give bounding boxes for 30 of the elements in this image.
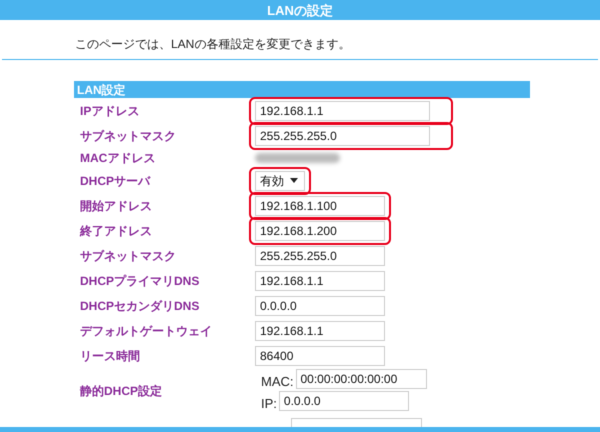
field-label: サブネットマスク	[79, 248, 177, 262]
field-label: DHCPプライマリDNS	[79, 274, 200, 288]
field-label: 開始アドレス	[79, 198, 153, 212]
field-label: 静的DHCP設定	[78, 384, 164, 398]
field-label: MAC:	[261, 374, 294, 389]
input-field[interactable]: 192.168.1.200	[255, 220, 385, 240]
input-field[interactable]: 192.168.1.1	[255, 320, 385, 340]
field-label: DHCPサーバ	[79, 174, 152, 188]
input-field[interactable]: 192.168.1.1	[255, 270, 385, 290]
input-field[interactable]: 0.0.0.0	[278, 391, 409, 411]
field-label: リース時間	[79, 348, 141, 362]
field-label: IPアドレス	[79, 104, 140, 118]
field-label: IP:	[261, 396, 277, 411]
caret-icon	[290, 178, 298, 183]
field-label: DHCPセカンダリDNS	[79, 298, 200, 312]
input-field[interactable]: 0.0.0.0	[255, 296, 385, 316]
input-field[interactable]: 86400	[255, 346, 385, 366]
field-label: 終了アドレス	[78, 224, 153, 238]
input-field[interactable]: 192.168.1.1	[255, 100, 430, 120]
section-header: LAN設定	[74, 81, 530, 98]
title-bar: LANの設定	[0, 0, 600, 20]
input-field[interactable]: 192.168.1.100	[255, 196, 385, 216]
input-field[interactable]: 255.255.255.0	[255, 246, 385, 266]
description-text: このページでは、LANの各種設定を変更できます。	[75, 37, 350, 51]
field-label: サブネットマスク	[79, 128, 177, 142]
field-label: MACアドレス	[79, 151, 156, 165]
field-label: デフォルトゲートウェイ	[79, 324, 213, 338]
dropdown[interactable]: 有効	[255, 170, 305, 190]
input-field[interactable]: 00:00:00:00:00:00	[296, 369, 426, 389]
input-field[interactable]: 255.255.255.0	[255, 126, 430, 146]
